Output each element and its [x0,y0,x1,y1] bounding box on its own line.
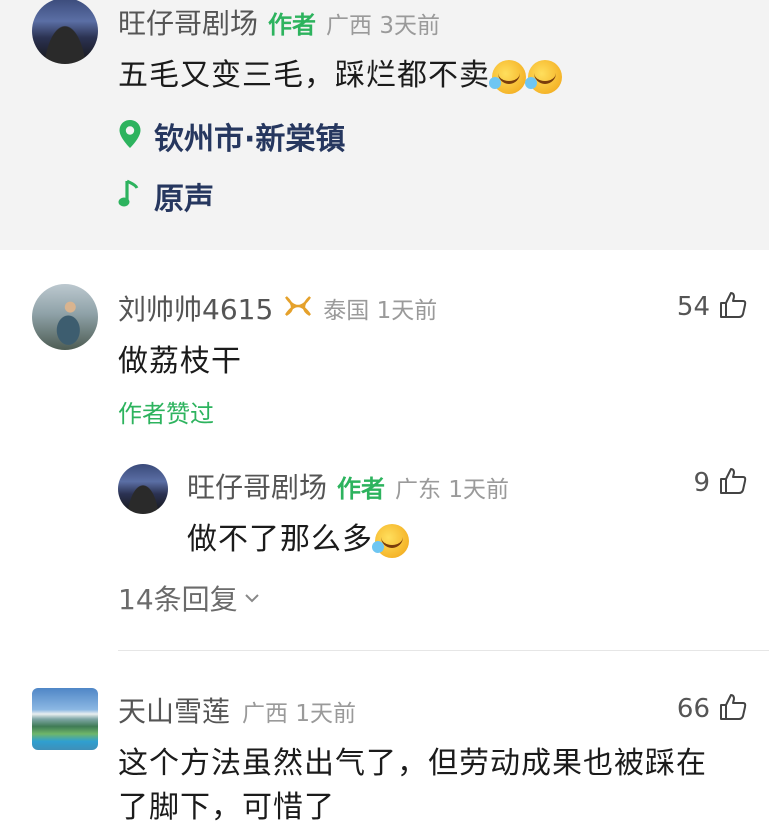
reply-header: 旺仔哥剧场 作者 广东 1天前 [187,466,509,506]
author-tag: 作者 [337,475,386,503]
music-label[interactable]: 原声 [154,174,214,218]
comment-divider [118,650,769,651]
commenter-avatar[interactable] [32,284,98,350]
location-pin-icon [118,119,142,153]
reply-region-time: 广东 1天前 [395,477,509,503]
like-control[interactable]: 66 [650,692,748,726]
post-music[interactable]: 原声 [118,174,214,218]
vip-badge-icon [283,294,313,322]
post-author-name[interactable]: 旺仔哥剧场 [118,2,258,42]
crying-laughing-emoji-icon [489,59,526,94]
comment-region-time: 广西 1天前 [242,701,356,727]
like-count: 66 [676,694,710,724]
post-text: 五毛又变三毛，踩烂都不卖 [118,50,562,94]
reply-text: 做不了那么多 [187,514,409,558]
commenter-name[interactable]: 天山雪莲 [118,690,230,730]
commenter-name[interactable]: 刘帅帅4615 [118,288,273,328]
post-header: 旺仔哥剧场 作者 广西 3天前 [118,2,440,42]
location-label[interactable]: 钦州市·新棠镇 [154,114,345,158]
more-replies-label: 14条回复 [118,583,238,616]
expand-replies-button[interactable]: 14条回复 [118,578,260,618]
reply-author-avatar[interactable] [118,464,168,514]
author-liked-label: 作者赞过 [118,400,214,428]
like-count: 9 [693,468,710,498]
thumbs-up-icon[interactable] [718,692,748,726]
commenter-avatar[interactable] [32,688,98,750]
reply-text-body: 做不了那么多 [187,522,373,557]
comment-header: 刘帅帅4615 泰国 1天前 [118,288,437,328]
comment-text: 做荔枝干 [118,344,242,379]
author-tag: 作者 [268,11,317,39]
music-note-icon [118,178,140,214]
chevron-down-icon [244,589,260,608]
comment-region-time: 泰国 1天前 [323,298,438,324]
post-location[interactable]: 钦州市·新棠镇 [118,114,345,158]
thumbs-up-icon[interactable] [718,290,748,324]
post-author-avatar[interactable] [32,0,98,64]
comment-text-line-2: 了脚下，可惜了 [118,790,335,825]
like-count: 54 [676,292,710,322]
reply-like-control[interactable]: 9 [650,466,748,500]
comment-text-line-1: 这个方法虽然出气了，但劳动成果也被踩在 [118,746,707,781]
post-text-body: 五毛又变三毛，踩烂都不卖 [118,58,490,93]
post-region-time: 广西 3天前 [326,13,440,39]
like-control[interactable]: 54 [650,290,748,324]
crying-laughing-emoji-icon [372,523,409,558]
reply-author-name[interactable]: 旺仔哥剧场 [187,466,327,506]
thumbs-up-icon[interactable] [718,466,748,500]
comment-header: 天山雪莲 广西 1天前 [118,690,356,730]
crying-laughing-emoji-icon [525,59,562,94]
